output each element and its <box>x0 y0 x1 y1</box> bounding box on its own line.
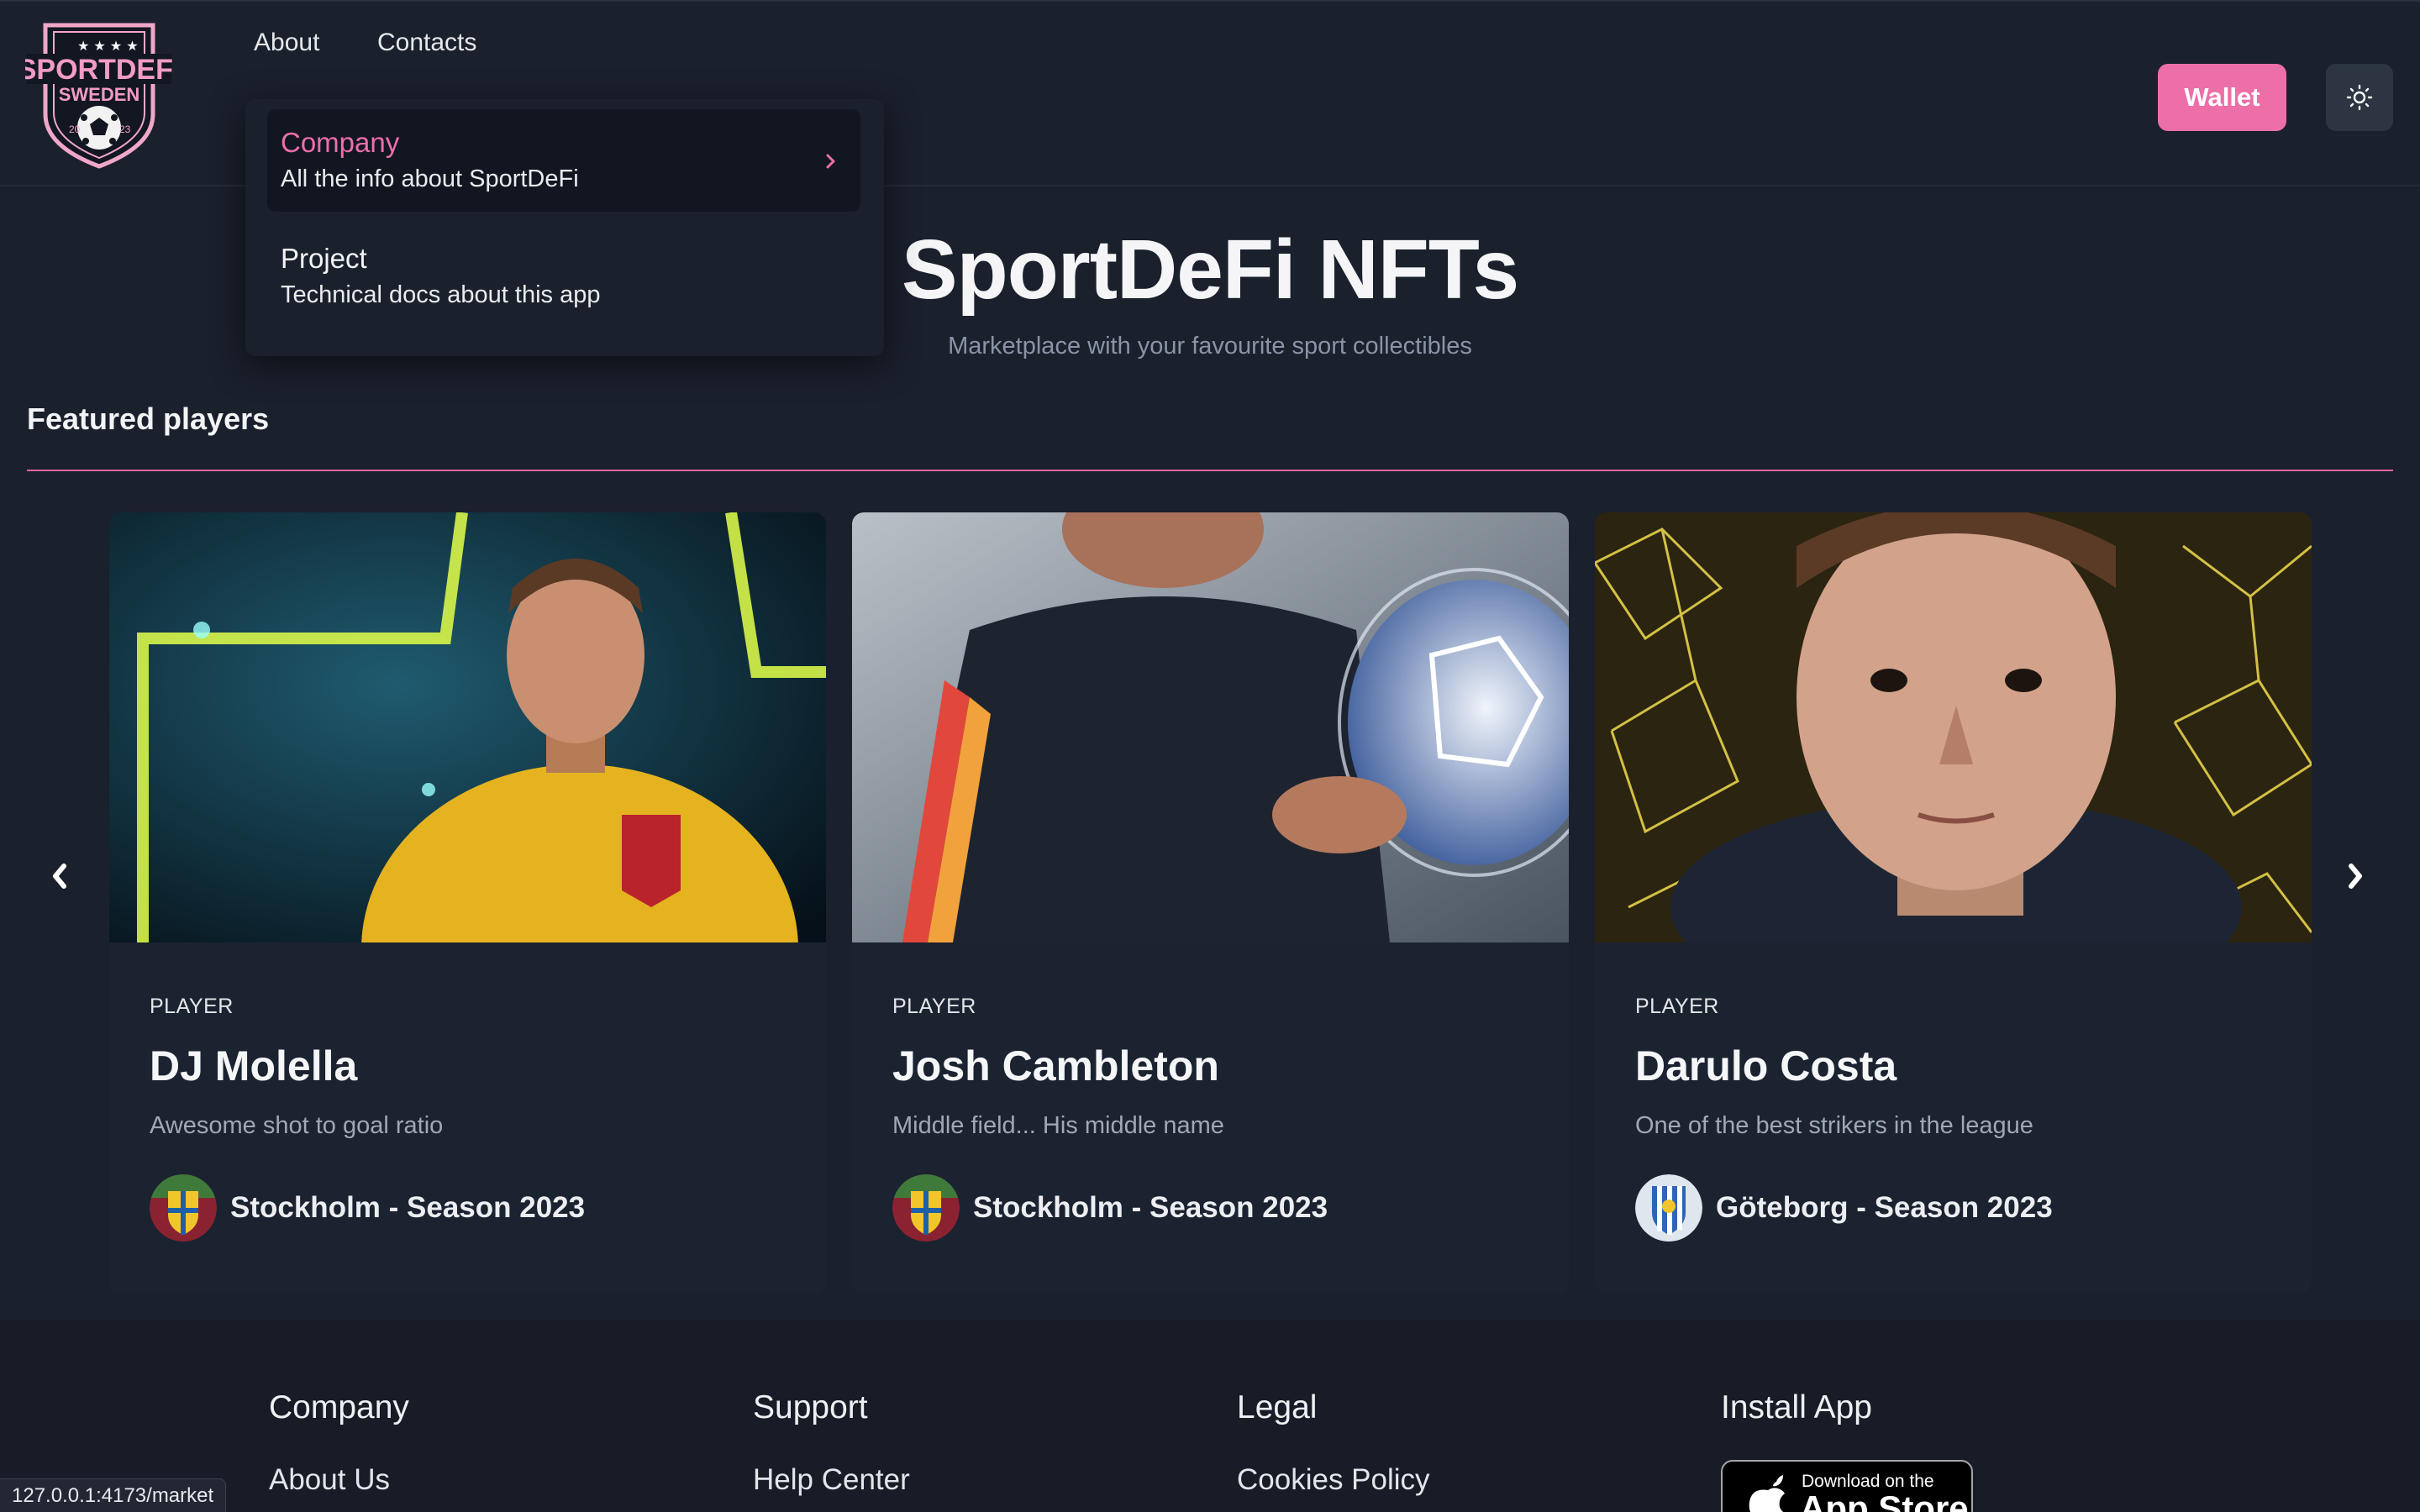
chevron-right-icon <box>826 154 835 169</box>
nav-contacts[interactable]: Contacts <box>377 29 476 57</box>
svg-text:★ ★ ★ ★: ★ ★ ★ ★ <box>77 38 139 54</box>
player-name: Darulo Costa <box>1635 1042 1897 1089</box>
logo-text-bottom: SWEDEN <box>59 84 140 105</box>
player-name: Josh Cambleton <box>892 1042 1219 1089</box>
sportdefi-logo[interactable]: ★ ★ ★ ★ SPORTDEFI SWEDEN 20 23 <box>18 20 181 170</box>
sun-icon <box>2346 84 2373 111</box>
card-kicker: PLAYER <box>892 995 976 1018</box>
footer-link-cookies-policy[interactable]: Cookies Policy <box>1237 1463 1430 1497</box>
dropdown-item-subtitle: All the info about SportDeFi <box>281 165 579 192</box>
app-store-big-text: App Store <box>1800 1488 1969 1512</box>
footer-heading-legal: Legal <box>1237 1389 1318 1425</box>
footer-link-about-us[interactable]: About Us <box>269 1463 390 1497</box>
logo-text-top: SPORTDEFI <box>25 54 173 86</box>
team-season: Stockholm - Season 2023 <box>973 1191 1328 1224</box>
player-description: Middle field... His middle name <box>892 1112 1224 1139</box>
theme-toggle-button[interactable] <box>2326 64 2393 131</box>
apple-icon <box>1749 1475 1785 1512</box>
player-card[interactable]: PLAYER Josh Cambleton Middle field... Hi… <box>852 512 1569 1294</box>
player-image <box>852 512 1569 942</box>
chevron-right-icon <box>2349 864 2362 889</box>
team-season: Stockholm - Season 2023 <box>230 1191 586 1224</box>
about-dropdown-menu: Company All the info about SportDeFi Pro… <box>245 99 884 356</box>
dropdown-item-company[interactable]: Company All the info about SportDeFi <box>267 109 860 212</box>
dropdown-item-title: Project <box>281 243 367 274</box>
team-season: Göteborg - Season 2023 <box>1716 1191 2053 1224</box>
dropdown-item-project[interactable]: Project Technical docs about this app <box>267 225 860 328</box>
card-kicker: PLAYER <box>1635 995 1719 1018</box>
footer-heading-company: Company <box>269 1389 409 1425</box>
footer-link-help-center[interactable]: Help Center <box>753 1463 910 1497</box>
logo-year-right: 23 <box>119 123 131 135</box>
team-badge-icon <box>1635 1174 1702 1242</box>
footer-heading-support: Support <box>753 1389 868 1425</box>
section-divider <box>27 470 2393 471</box>
footer: Company Support Legal Install App About … <box>0 1320 2420 1512</box>
app-store-button[interactable]: Download on the App Store <box>1721 1460 1973 1512</box>
team-badge-icon <box>892 1174 960 1242</box>
dropdown-item-subtitle: Technical docs about this app <box>281 281 601 308</box>
player-description: Awesome shot to goal ratio <box>150 1112 444 1139</box>
wallet-button[interactable]: Wallet <box>2158 64 2286 131</box>
player-card[interactable]: PLAYER DJ Molella Awesome shot to goal r… <box>109 512 826 1294</box>
player-card[interactable]: PLAYER Darulo Costa One of the best stri… <box>1595 512 2312 1294</box>
player-name: DJ Molella <box>150 1042 358 1089</box>
nav-about[interactable]: About <box>254 29 319 57</box>
player-image <box>1595 512 2312 942</box>
footer-heading-install-app: Install App <box>1721 1389 1872 1425</box>
player-image <box>109 512 826 942</box>
card-kicker: PLAYER <box>150 995 234 1018</box>
team-badge-icon <box>150 1174 217 1242</box>
carousel-prev-button[interactable] <box>49 852 71 902</box>
browser-status-url: 127.0.0.1:4173/market <box>0 1478 227 1512</box>
carousel-next-button[interactable] <box>2344 852 2366 902</box>
logo-year-left: 20 <box>69 123 81 135</box>
player-description: One of the best strikers in the league <box>1635 1112 2033 1139</box>
featured-players-heading: Featured players <box>27 402 270 436</box>
chevron-left-icon <box>53 864 66 889</box>
dropdown-item-title: Company <box>281 127 400 158</box>
